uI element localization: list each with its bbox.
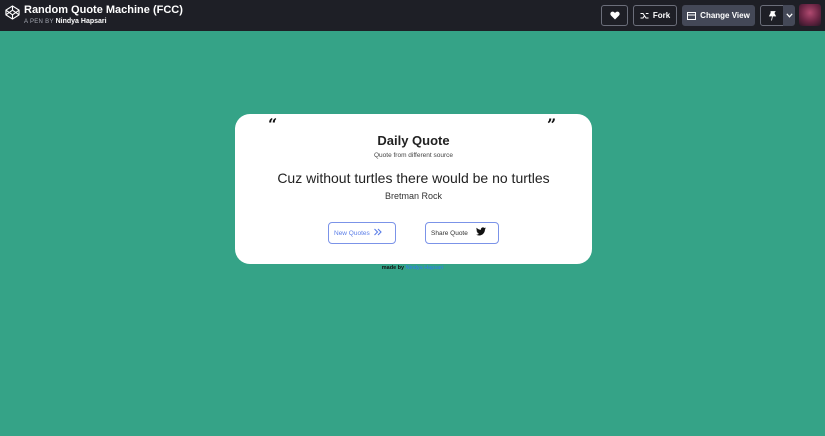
pin-button[interactable] bbox=[760, 5, 784, 26]
codepen-header: Random Quote Machine (FCC) A PEN BY Nind… bbox=[0, 0, 825, 31]
quote-row: Cuz without turtles there would be no tu… bbox=[235, 168, 592, 188]
change-view-label: Change View bbox=[700, 11, 750, 20]
made-by-link[interactable]: Nindya Hapsari bbox=[406, 265, 444, 271]
quote-left-icon: “ bbox=[268, 115, 278, 134]
fork-label: Fork bbox=[652, 11, 671, 20]
layout-icon bbox=[687, 11, 697, 20]
share-quote-label: Share Quote bbox=[431, 229, 468, 237]
pin-menu-button[interactable] bbox=[783, 5, 795, 26]
codepen-logo-icon[interactable] bbox=[4, 4, 20, 20]
made-by-prefix: made by bbox=[381, 265, 405, 271]
chevron-down-icon bbox=[785, 13, 793, 18]
user-avatar[interactable] bbox=[799, 4, 821, 26]
card-title: Daily Quote bbox=[377, 133, 450, 148]
fork-icon bbox=[640, 12, 649, 18]
like-button[interactable] bbox=[601, 5, 628, 26]
new-quote-label: New Quotes bbox=[334, 229, 370, 237]
share-quote-button[interactable]: Share Quote bbox=[425, 222, 499, 244]
pin-icon bbox=[768, 10, 776, 21]
pen-by-prefix: A PEN BY bbox=[24, 19, 54, 25]
made-by-footer: made by Nindya Hapsari bbox=[0, 265, 825, 271]
pen-author-link[interactable]: Nindya Hapsari bbox=[56, 18, 107, 25]
heart-icon bbox=[609, 11, 620, 20]
pen-byline: A PEN BY Nindya Hapsari bbox=[24, 17, 183, 27]
quote-author: Bretman Rock bbox=[384, 191, 443, 201]
pen-title[interactable]: Random Quote Machine (FCC) bbox=[24, 4, 183, 17]
quote-box: Daily Quote Quote from different source … bbox=[235, 114, 592, 264]
change-view-button[interactable]: Change View bbox=[682, 5, 755, 26]
double-chevron-right-icon bbox=[374, 228, 382, 236]
twitter-icon bbox=[476, 227, 486, 236]
fork-button[interactable]: Fork bbox=[633, 5, 677, 26]
pen-title-block: Random Quote Machine (FCC) A PEN BY Nind… bbox=[24, 4, 183, 27]
new-quote-button[interactable]: New Quotes bbox=[328, 222, 396, 244]
quote-right-icon: ” bbox=[547, 115, 557, 134]
card-subtitle: Quote from different source bbox=[373, 152, 453, 159]
quote-text: Cuz without turtles there would be no tu… bbox=[277, 170, 550, 186]
